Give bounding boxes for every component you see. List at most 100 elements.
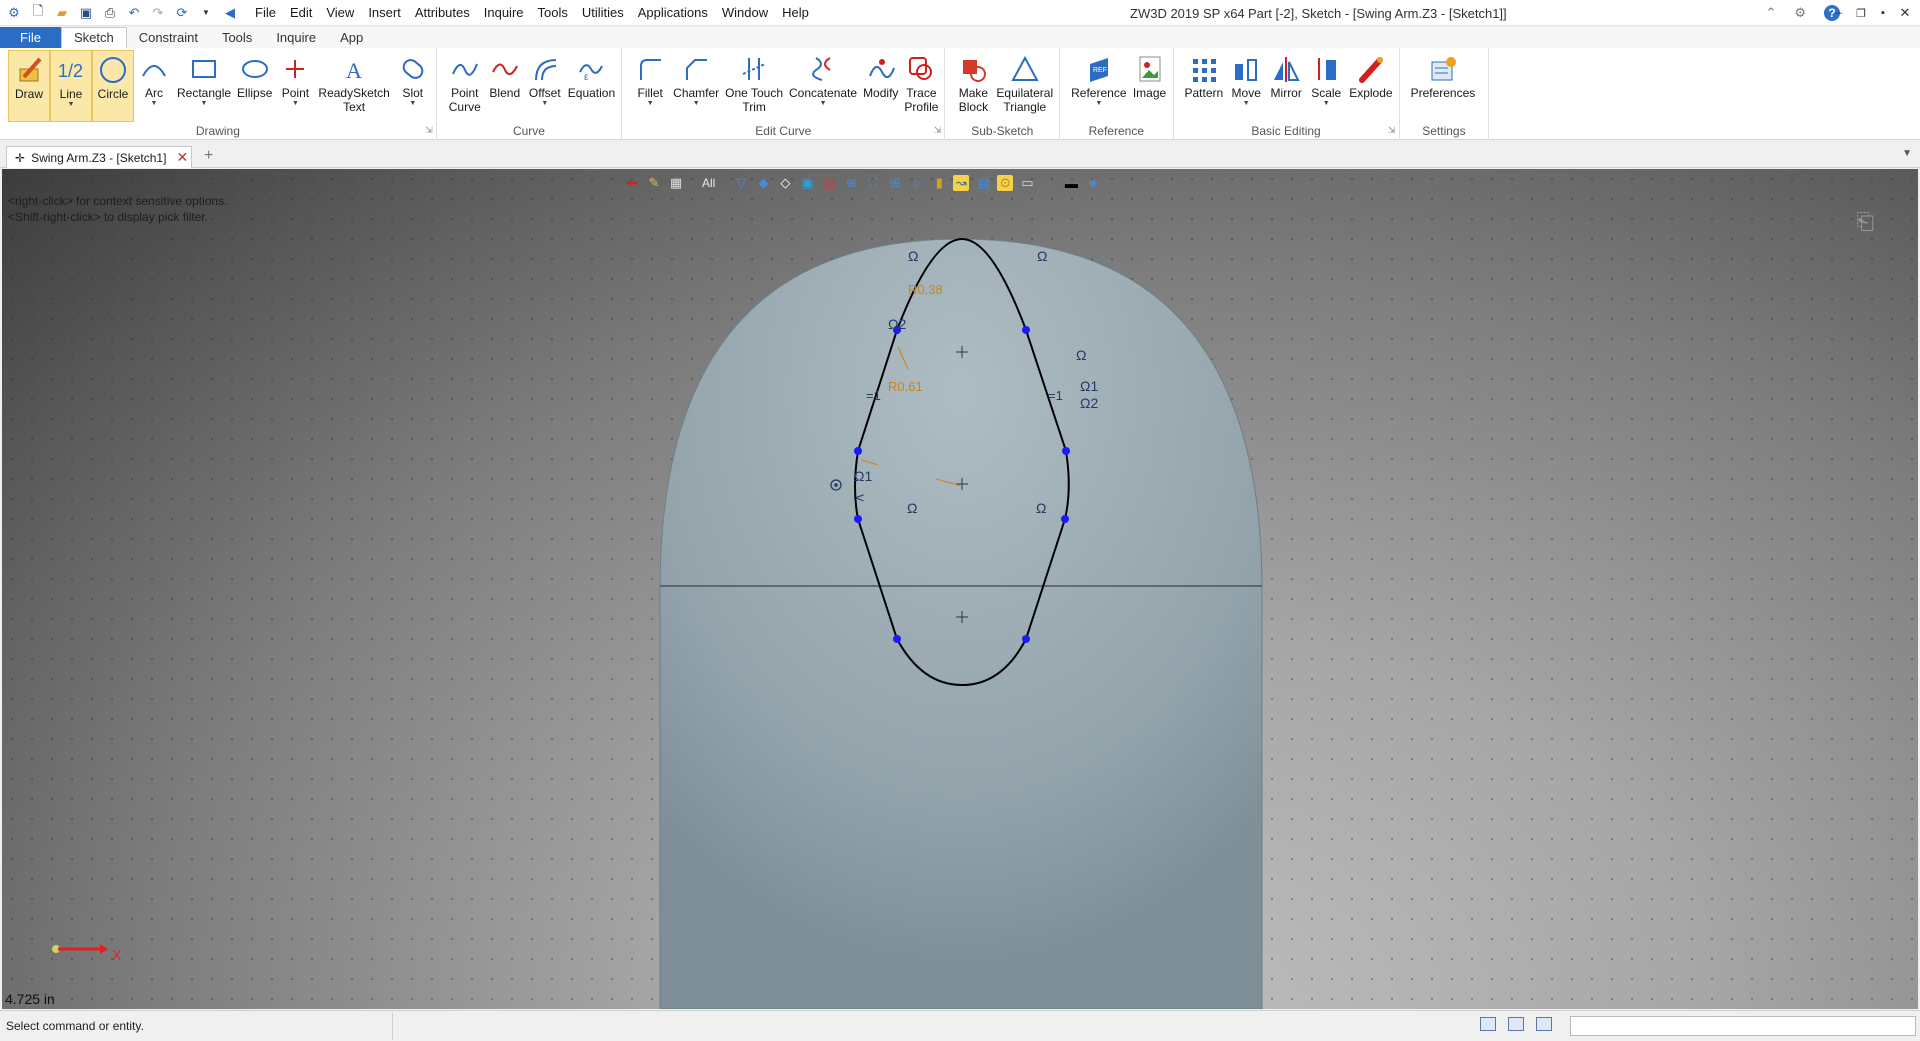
- filter-settings-icon[interactable]: ▦: [668, 175, 684, 191]
- tab-sketch[interactable]: Sketch: [60, 27, 127, 48]
- point-curve-button[interactable]: Point Curve: [445, 50, 485, 122]
- make-block-button[interactable]: Make Block: [953, 50, 993, 122]
- constraint-equal-2[interactable]: =1: [1048, 388, 1063, 403]
- rectangle-dropdown-icon[interactable]: ▼: [201, 100, 208, 108]
- pick-filter-select[interactable]: All: [690, 175, 727, 191]
- slot-dropdown-icon[interactable]: ▼: [409, 100, 416, 108]
- back-arrow-icon[interactable]: ◀: [221, 4, 239, 22]
- constraint-tangent-2[interactable]: Ω: [1037, 248, 1047, 264]
- constraint-tangent-1[interactable]: Ω: [908, 248, 918, 264]
- dimension-r038[interactable]: R0.38: [908, 282, 943, 297]
- section-icon[interactable]: ▨: [821, 175, 837, 191]
- maximize-icon[interactable]: ▪: [1872, 7, 1894, 19]
- shaded-cube-icon[interactable]: ◆: [755, 175, 771, 191]
- layout-icon[interactable]: [1480, 1017, 1496, 1031]
- concatenate-dropdown-icon[interactable]: ▼: [820, 100, 827, 108]
- equilateral-triangle-button[interactable]: Equilateral Triangle: [993, 50, 1056, 122]
- constraint-tangent-5[interactable]: Ω1: [1080, 378, 1098, 394]
- eraser-icon[interactable]: ✎: [646, 175, 662, 191]
- tab-app[interactable]: App: [328, 28, 375, 48]
- menu-tools[interactable]: Tools: [531, 0, 575, 26]
- close-tab-icon[interactable]: ✕: [176, 149, 188, 166]
- menu-inquire[interactable]: Inquire: [477, 0, 531, 26]
- monitor-status-icon[interactable]: [1508, 1017, 1524, 1031]
- menu-edit[interactable]: Edit: [283, 0, 319, 26]
- menu-applications[interactable]: Applications: [631, 0, 715, 26]
- wire-cube-icon[interactable]: ◇: [777, 175, 793, 191]
- zoom-fit-icon[interactable]: ⛶: [865, 175, 881, 191]
- constraint-tangent-7[interactable]: Ω1: [854, 468, 872, 484]
- display-icon[interactable]: ▤: [975, 175, 991, 191]
- dynamic-nav-icon[interactable]: ↝: [953, 175, 970, 191]
- constraint-tangent-8[interactable]: Ω: [907, 500, 917, 516]
- arc-button[interactable]: Arc ▼: [134, 50, 174, 122]
- scale-button[interactable]: Scale ▼: [1306, 50, 1346, 122]
- rectangle-button[interactable]: Rectangle ▼: [174, 50, 234, 122]
- chamfer-button[interactable]: Chamfer ▼: [670, 50, 722, 122]
- menu-utilities[interactable]: Utilities: [575, 0, 631, 26]
- reference-button[interactable]: REF Reference ▼: [1068, 50, 1129, 122]
- color-icon[interactable]: ▮: [931, 175, 947, 191]
- basic-editing-launcher-icon[interactable]: ⇲: [1388, 125, 1396, 136]
- tab-tools[interactable]: Tools: [210, 28, 264, 48]
- redo-icon[interactable]: ↷: [149, 4, 167, 22]
- new-tab-icon[interactable]: +: [204, 147, 213, 165]
- new-file-icon[interactable]: 🗋: [29, 3, 47, 22]
- open-file-icon[interactable]: ▰: [53, 4, 71, 22]
- menu-help[interactable]: Help: [775, 0, 816, 26]
- scale-dropdown-icon[interactable]: ▼: [1323, 100, 1330, 108]
- grid-icon[interactable]: ⊞: [887, 175, 903, 191]
- mirror-button[interactable]: Mirror: [1266, 50, 1306, 122]
- collapse-ribbon-icon[interactable]: ⌃: [1765, 5, 1776, 21]
- black-bar-icon[interactable]: ▬: [1063, 175, 1079, 191]
- minimize-icon[interactable]: –: [1828, 7, 1850, 19]
- equation-button[interactable]: ε Equation: [565, 50, 618, 122]
- fillet-dropdown-icon[interactable]: ▼: [647, 100, 654, 108]
- edit-curve-launcher-icon[interactable]: ⇲: [934, 125, 942, 136]
- constraint-tangent-3[interactable]: Ω2: [888, 316, 906, 332]
- ellipse-button[interactable]: Ellipse: [234, 50, 275, 122]
- app-logo-icon[interactable]: ⚙: [5, 4, 23, 22]
- point-dropdown-icon[interactable]: ▼: [292, 100, 299, 108]
- tab-file[interactable]: File: [0, 27, 61, 48]
- one-touch-trim-button[interactable]: One Touch Trim: [722, 50, 786, 122]
- offset-button[interactable]: Offset ▼: [525, 50, 565, 122]
- command-input[interactable]: [1570, 1016, 1916, 1036]
- list-status-icon[interactable]: [1536, 1017, 1552, 1031]
- constraint-equal-1[interactable]: =1: [866, 388, 881, 403]
- graphics-viewport[interactable]: < Ω Ω Ω2 Ω Ω1 Ω2 Ω1 Ω Ω =1 =1 R0.38 R0.6…: [2, 169, 1918, 1009]
- preferences-button[interactable]: Preferences: [1408, 50, 1479, 122]
- tab-inquire[interactable]: Inquire: [264, 28, 328, 48]
- tab-list-icon[interactable]: ▼: [1902, 148, 1912, 159]
- view-orient-icon[interactable]: ▣: [799, 175, 815, 191]
- circle-button[interactable]: Circle: [92, 50, 134, 122]
- restore-icon[interactable]: ❐: [1850, 7, 1872, 20]
- dropdown-icon[interactable]: ▼: [197, 4, 215, 22]
- close-icon[interactable]: ✕: [1894, 5, 1916, 21]
- menu-insert[interactable]: Insert: [361, 0, 408, 26]
- blend-button[interactable]: Blend: [485, 50, 525, 122]
- exit-sketch-icon[interactable]: ⬅: [624, 175, 640, 191]
- print-icon[interactable]: ⎙: [101, 4, 119, 22]
- menu-attributes[interactable]: Attributes: [408, 0, 477, 26]
- arc-dropdown-icon[interactable]: ▼: [151, 100, 158, 108]
- image-button[interactable]: Image: [1130, 50, 1170, 122]
- constraint-tangent-4[interactable]: Ω: [1076, 347, 1086, 363]
- slot-button[interactable]: Slot ▼: [393, 50, 433, 122]
- trace-profile-button[interactable]: Trace Profile: [901, 50, 941, 122]
- pattern-button[interactable]: Pattern: [1182, 50, 1227, 122]
- move-dropdown-icon[interactable]: ▼: [1243, 100, 1250, 108]
- undo-icon[interactable]: ↶: [125, 4, 143, 22]
- document-tab[interactable]: ✛ Swing Arm.Z3 - [Sketch1] ✕: [6, 146, 192, 168]
- monitor-icon[interactable]: ▭: [1019, 175, 1035, 191]
- back-navigate-icon[interactable]: ⎗: [1856, 209, 1874, 235]
- measure-icon[interactable]: ⌕: [909, 175, 925, 191]
- concatenate-button[interactable]: Concatenate ▼: [786, 50, 860, 122]
- fillet-button[interactable]: Fillet ▼: [630, 50, 670, 122]
- menu-file[interactable]: File: [248, 0, 283, 26]
- draw-button[interactable]: Draw: [8, 50, 50, 122]
- zoom-icon[interactable]: ⊕: [843, 175, 859, 191]
- globe-icon[interactable]: ◈: [1085, 175, 1101, 191]
- chamfer-dropdown-icon[interactable]: ▼: [693, 100, 700, 108]
- reference-dropdown-icon[interactable]: ▼: [1095, 100, 1102, 108]
